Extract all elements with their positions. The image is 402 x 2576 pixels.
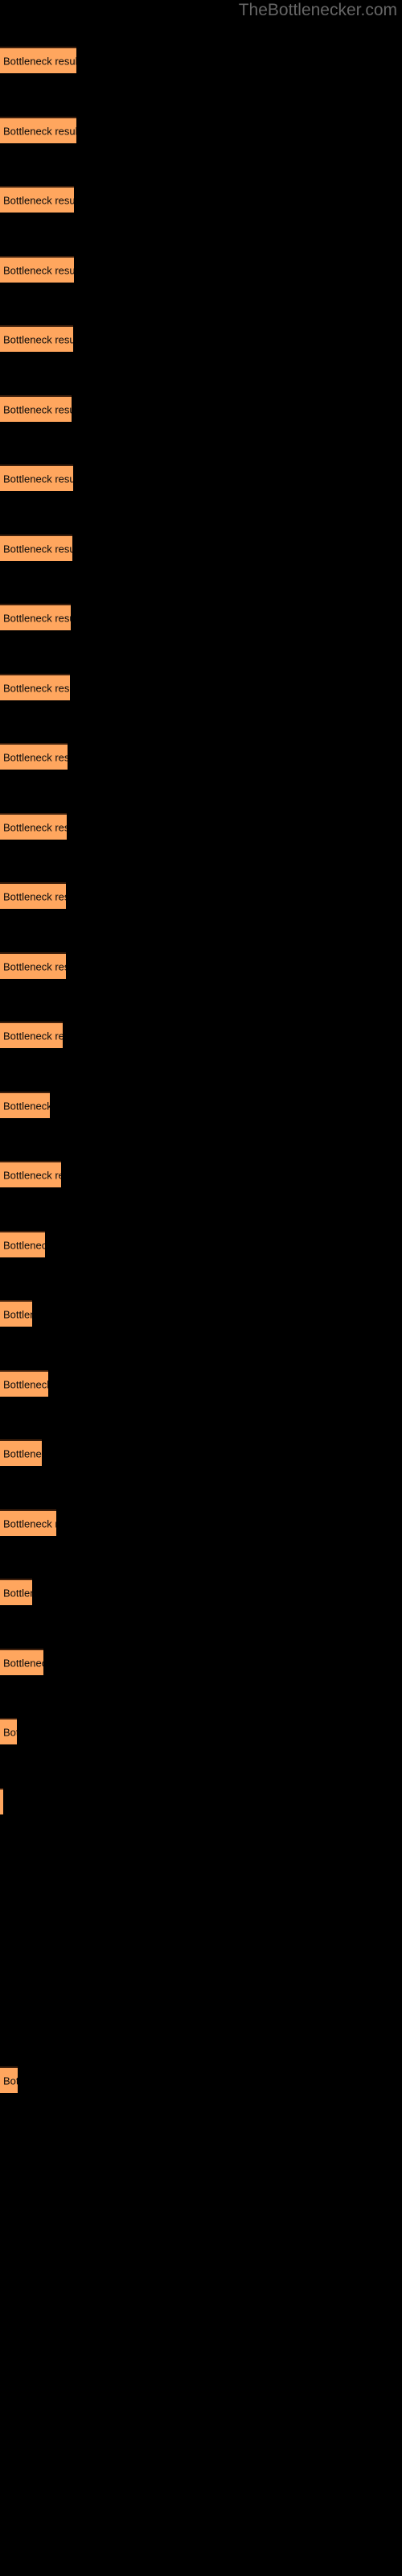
- bar-label: Bottleneck result: [3, 1100, 50, 1112]
- bar-label: Bottleneck result: [3, 333, 73, 345]
- bar-label: Bottleneck result: [3, 403, 72, 415]
- bar-row: Bottleneck result: [0, 813, 402, 840]
- bar-label: Bottleneck result: [3, 473, 73, 485]
- bar-row: Bottleneck result: [0, 186, 402, 213]
- bar[interactable]: Bottleneck result: [0, 1788, 3, 1814]
- bar-label: Bottleneck result: [3, 1239, 45, 1251]
- bar-row: Bottleneck result: [0, 952, 402, 979]
- bar-label: Bottleneck result: [3, 682, 70, 694]
- bar-row: Bottleneck result: [0, 2066, 402, 2093]
- bar-row: Bottleneck result: [0, 1300, 402, 1327]
- bar-label: Bottleneck result: [3, 1169, 61, 1181]
- bars-container: Bottleneck result Bottleneck result Bottle…: [0, 0, 402, 2576]
- bar-row: Bottleneck result: [0, 743, 402, 770]
- bar-row: Bottleneck result: [0, 256, 402, 283]
- bar-row: Bottleneck result: [0, 604, 402, 630]
- bar[interactable]: Bottleneck result: [0, 604, 71, 630]
- bar-row: Bottleneck result: [0, 325, 402, 352]
- bar[interactable]: Bottleneck result: [0, 1579, 32, 1605]
- bar-row: Bottleneck result: [0, 1509, 402, 1536]
- bar-row: Bottleneck result: [0, 1579, 402, 1605]
- bar[interactable]: Bottleneck result: [0, 117, 76, 143]
- bar-label: Bottleneck result: [3, 890, 66, 902]
- bar-label: Bottleneck result: [3, 751, 68, 763]
- bar-label: Bottleneck result: [3, 960, 66, 972]
- bar-row: Bottleneck result: [0, 1231, 402, 1257]
- bar-row: Bottleneck result: [0, 1092, 402, 1118]
- bar-label: Bottleneck result: [3, 125, 76, 137]
- bar[interactable]: Bottleneck result: [0, 1231, 45, 1257]
- bar-row: Bottleneck result: [0, 1649, 402, 1675]
- bar-row: Bottleneck result: [0, 1370, 402, 1397]
- bar-label: Bottleneck result: [3, 1378, 48, 1390]
- bar-row: Bottleneck result: [0, 464, 402, 491]
- bar[interactable]: Bottleneck result: [0, 186, 74, 213]
- bar-label: Bottleneck result: [3, 1308, 32, 1320]
- bar[interactable]: Bottleneck result: [0, 1161, 61, 1187]
- bar[interactable]: Bottleneck result: [0, 1092, 50, 1118]
- bar[interactable]: Bottleneck result: [0, 47, 76, 73]
- bar[interactable]: Bottleneck result: [0, 1022, 63, 1048]
- bar-label: Bottleneck result: [3, 1587, 32, 1599]
- bar-label: Bottleneck result: [3, 1447, 42, 1459]
- bar[interactable]: Bottleneck result: [0, 882, 66, 909]
- bar-row: Bottleneck result: [0, 1788, 402, 1814]
- bar[interactable]: Bottleneck result: [0, 674, 70, 700]
- bar-row: [0, 1996, 402, 2023]
- bar-row: Bottleneck result: [0, 882, 402, 909]
- bar-label: Bottleneck result: [3, 2074, 18, 2087]
- bar[interactable]: Bottleneck result: [0, 1300, 32, 1327]
- bar-row: Bottleneck result: [0, 1718, 402, 1744]
- bar-label: Bottleneck result: [3, 1657, 43, 1669]
- bar[interactable]: Bottleneck result: [0, 1509, 56, 1536]
- bar-row: Bottleneck result: [0, 674, 402, 700]
- bar-label: Bottleneck result: [3, 55, 76, 67]
- bar-row: [0, 1857, 402, 1884]
- bar[interactable]: Bottleneck result: [0, 952, 66, 979]
- bar[interactable]: Bottleneck result: [0, 1439, 42, 1466]
- bar[interactable]: Bottleneck result: [0, 1649, 43, 1675]
- bar[interactable]: Bottleneck result: [0, 464, 73, 491]
- bar-row: Bottleneck result: [0, 1439, 402, 1466]
- bar-label: Bottleneck result: [3, 1030, 63, 1042]
- bar-label: Bottleneck result: [3, 194, 74, 206]
- bar[interactable]: Bottleneck result: [0, 1370, 48, 1397]
- bar-chart: TheBottlenecker.com Bottleneck result Bot…: [0, 0, 402, 2576]
- bar[interactable]: Bottleneck result: [0, 1718, 17, 1744]
- bar-label: Bottleneck result: [3, 821, 67, 833]
- bar-label: Bottleneck result: [3, 543, 72, 555]
- bar-row: Bottleneck result: [0, 1022, 402, 1048]
- bar-row: Bottleneck result: [0, 47, 402, 73]
- bar-label: Bottleneck result: [3, 1726, 17, 1738]
- bar[interactable]: Bottleneck result: [0, 743, 68, 770]
- bar-label: Bottleneck result: [3, 264, 74, 276]
- bar-label: Bottleneck result: [3, 1517, 56, 1530]
- bar[interactable]: Bottleneck result: [0, 2066, 18, 2093]
- bar-row: Bottleneck result: [0, 535, 402, 561]
- bar-row: Bottleneck result: [0, 1161, 402, 1187]
- bar-row: Bottleneck result: [0, 395, 402, 422]
- bar-row: [0, 1927, 402, 1954]
- bar-label: Bottleneck result: [3, 612, 71, 624]
- bar[interactable]: Bottleneck result: [0, 325, 73, 352]
- bar[interactable]: Bottleneck result: [0, 813, 67, 840]
- bar-row: Bottleneck result: [0, 117, 402, 143]
- bar[interactable]: Bottleneck result: [0, 256, 74, 283]
- bar[interactable]: Bottleneck result: [0, 535, 72, 561]
- bar[interactable]: Bottleneck result: [0, 395, 72, 422]
